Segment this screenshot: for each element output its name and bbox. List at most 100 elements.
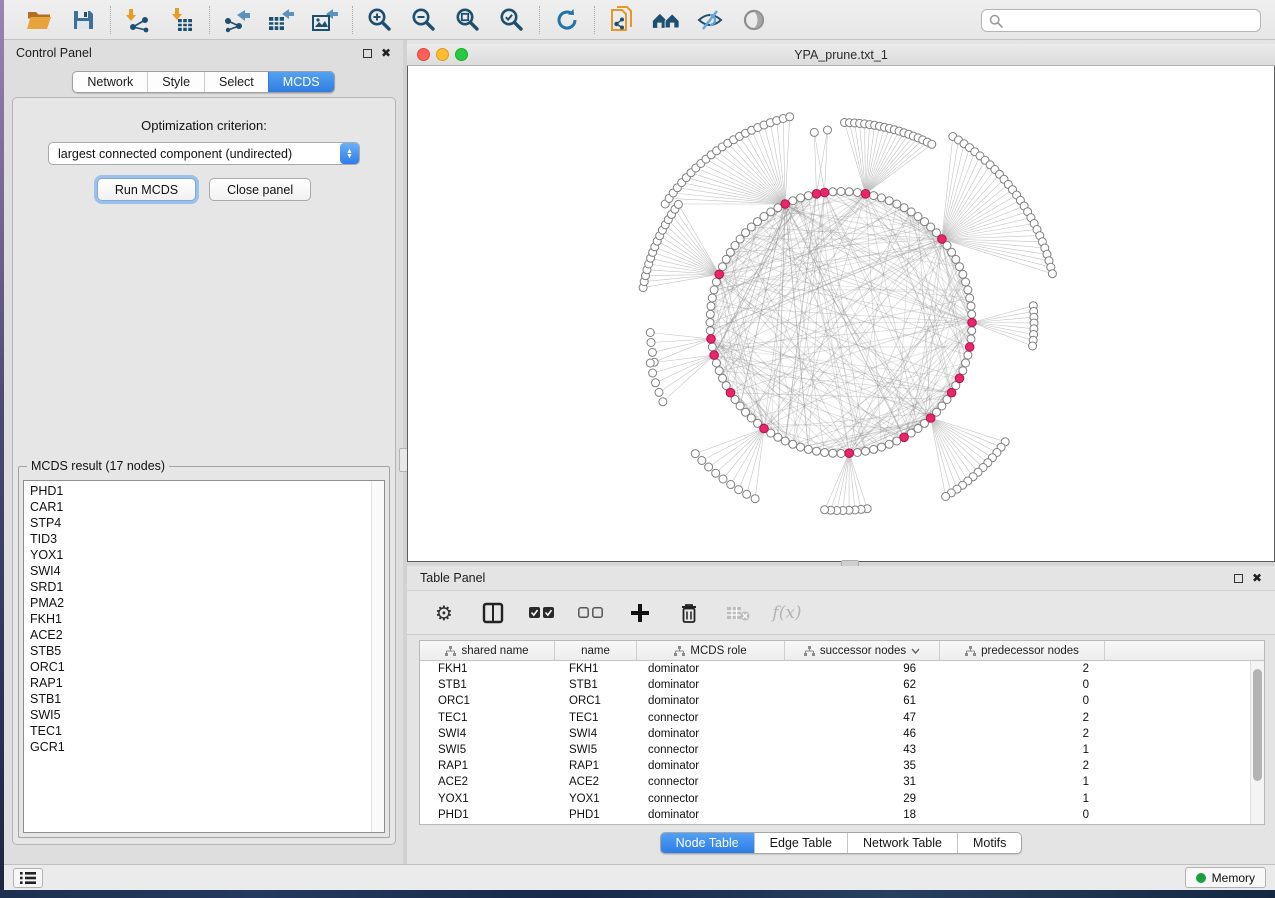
table-row[interactable]: SWI4SWI4dominator462 xyxy=(420,726,1250,742)
leaf-node[interactable] xyxy=(743,490,751,498)
ring-node[interactable] xyxy=(767,208,775,216)
mcds-node[interactable] xyxy=(812,190,821,199)
tab-mcds[interactable]: MCDS xyxy=(268,72,334,92)
ring-node[interactable] xyxy=(804,445,812,453)
float-table-panel-icon[interactable] xyxy=(1234,574,1243,583)
table-row[interactable]: TEC1TEC1connector472 xyxy=(420,710,1250,726)
zoom-in-icon[interactable] xyxy=(366,6,394,34)
leaf-node[interactable] xyxy=(824,126,832,134)
network-window-titlebar[interactable]: YPA_prune.txt_1 xyxy=(407,44,1275,66)
mcds-node[interactable] xyxy=(900,433,909,442)
leaf-node[interactable] xyxy=(705,463,713,471)
leaf-node[interactable] xyxy=(646,359,654,367)
ring-node[interactable] xyxy=(962,359,970,367)
import-table-icon[interactable] xyxy=(168,6,196,34)
leaf-node[interactable] xyxy=(698,457,706,465)
mcds-node[interactable] xyxy=(715,270,724,279)
mcds-node[interactable] xyxy=(781,200,790,209)
leaf-node[interactable] xyxy=(659,398,667,406)
table-row[interactable]: STB1STB1dominator620 xyxy=(420,677,1250,693)
ring-node[interactable] xyxy=(821,449,829,457)
column-header-name[interactable]: name xyxy=(555,641,637,660)
tab-motifs[interactable]: Motifs xyxy=(957,833,1021,853)
tab-edge-table[interactable]: Edge Table xyxy=(754,833,847,853)
export-image-icon[interactable] xyxy=(311,6,339,34)
mcds-list-scrollbar[interactable] xyxy=(371,481,384,832)
ring-node[interactable] xyxy=(964,286,972,294)
column-header-shared-name[interactable]: shared name xyxy=(420,641,555,660)
leaf-node[interactable] xyxy=(691,450,699,458)
mcds-result-item[interactable]: SRD1 xyxy=(24,579,370,595)
ring-node[interactable] xyxy=(968,327,976,335)
leaf-node[interactable] xyxy=(786,113,794,121)
ring-node[interactable] xyxy=(870,445,878,453)
ring-node[interactable] xyxy=(962,278,970,286)
mcds-result-item[interactable]: PHD1 xyxy=(24,483,370,499)
leaf-node[interactable] xyxy=(942,493,950,501)
table-row[interactable]: RAP1RAP1dominator352 xyxy=(420,758,1250,774)
search-input[interactable] xyxy=(1008,14,1260,28)
network-canvas[interactable] xyxy=(407,66,1275,562)
ring-node[interactable] xyxy=(710,286,718,294)
maximize-window-icon[interactable] xyxy=(455,48,468,61)
ring-node[interactable] xyxy=(719,374,727,382)
ring-node[interactable] xyxy=(893,200,901,208)
ring-node[interactable] xyxy=(845,188,853,196)
table-row[interactable]: FKH1FKH1dominator962 xyxy=(420,661,1250,677)
mcds-result-item[interactable]: CAR1 xyxy=(24,499,370,515)
ring-node[interactable] xyxy=(813,447,821,455)
mcds-result-item[interactable]: TEC1 xyxy=(24,723,370,739)
leaf-node[interactable] xyxy=(1048,270,1056,278)
ring-node[interactable] xyxy=(712,278,720,286)
select-all-checkboxes-icon[interactable] xyxy=(529,600,555,626)
share-document-icon[interactable] xyxy=(608,6,636,34)
memory-button[interactable]: Memory xyxy=(1185,867,1266,888)
tab-select[interactable]: Select xyxy=(204,72,268,92)
open-folder-icon[interactable] xyxy=(25,6,53,34)
ring-node[interactable] xyxy=(966,294,974,302)
leaf-node[interactable] xyxy=(712,469,720,477)
add-column-icon[interactable] xyxy=(627,600,653,626)
ring-node[interactable] xyxy=(878,194,886,202)
ring-node[interactable] xyxy=(837,450,845,458)
zoom-selected-icon[interactable] xyxy=(498,6,526,34)
ring-node[interactable] xyxy=(959,270,967,278)
ring-node[interactable] xyxy=(837,188,845,196)
leaf-node[interactable] xyxy=(719,475,727,483)
leaf-node[interactable] xyxy=(652,379,660,387)
leaf-node[interactable] xyxy=(751,495,759,503)
tab-node-table[interactable]: Node Table xyxy=(661,833,754,853)
table-options-gear-icon[interactable]: ⚙ xyxy=(431,600,457,626)
deselect-all-checkboxes-icon[interactable] xyxy=(578,600,604,626)
ring-node[interactable] xyxy=(959,367,967,375)
ring-node[interactable] xyxy=(797,194,805,202)
mcds-result-item[interactable]: FKH1 xyxy=(24,611,370,627)
mcds-result-item[interactable]: GCR1 xyxy=(24,739,370,755)
export-network-icon[interactable] xyxy=(223,6,251,34)
network-home-icon[interactable] xyxy=(652,6,680,34)
mcds-result-item[interactable]: STB1 xyxy=(24,691,370,707)
mcds-result-item[interactable]: SWI5 xyxy=(24,707,370,723)
mcds-node[interactable] xyxy=(926,414,935,423)
search-field[interactable] xyxy=(981,9,1261,32)
mcds-node[interactable] xyxy=(726,388,735,397)
table-scrollbar[interactable] xyxy=(1250,661,1264,824)
table-row[interactable]: ORC1ORC1dominator610 xyxy=(420,693,1250,709)
ring-node[interactable] xyxy=(862,447,870,455)
leaf-node[interactable] xyxy=(821,506,829,514)
ring-node[interactable] xyxy=(789,197,797,205)
ring-node[interactable] xyxy=(708,343,716,351)
column-browser-icon[interactable] xyxy=(480,600,506,626)
export-table-icon[interactable] xyxy=(267,6,295,34)
close-table-panel-icon[interactable]: ✖ xyxy=(1252,572,1262,584)
ring-node[interactable] xyxy=(885,440,893,448)
leaf-node[interactable] xyxy=(735,486,743,494)
leaf-node[interactable] xyxy=(648,348,656,356)
leaf-node[interactable] xyxy=(655,388,663,396)
leaf-node[interactable] xyxy=(649,369,657,377)
leaf-node[interactable] xyxy=(928,140,936,148)
table-row[interactable]: YOX1YOX1connector291 xyxy=(420,791,1250,807)
mcds-result-item[interactable]: SWI4 xyxy=(24,563,370,579)
refresh-icon[interactable] xyxy=(553,6,581,34)
ring-node[interactable] xyxy=(797,443,805,451)
